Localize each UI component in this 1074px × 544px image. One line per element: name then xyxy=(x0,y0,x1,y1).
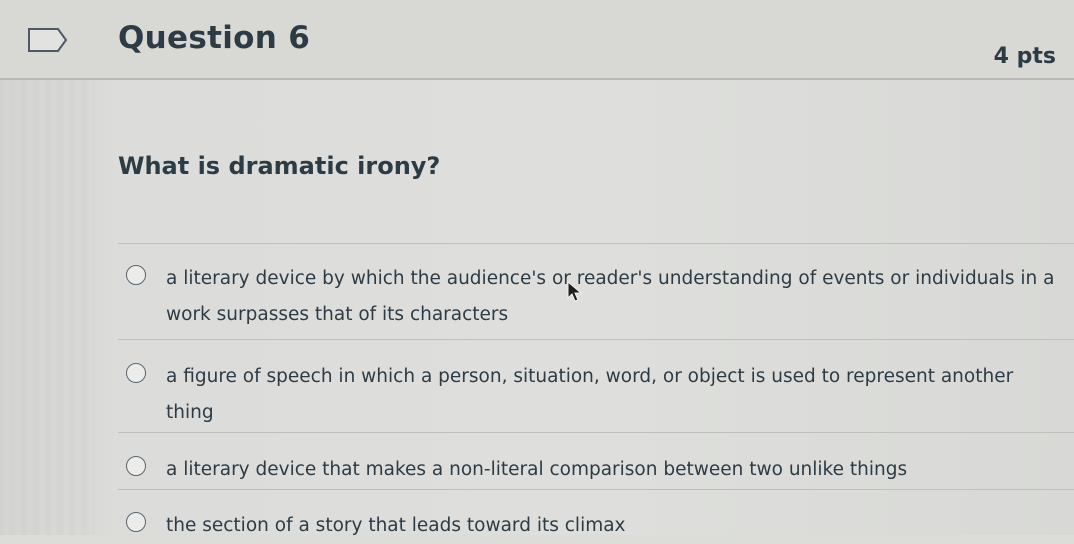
answer-label[interactable]: a literary device by which the audience'… xyxy=(166,261,1066,333)
radio-button[interactable] xyxy=(126,363,146,383)
divider xyxy=(118,489,1074,490)
radio-button[interactable] xyxy=(126,265,146,285)
answer-label[interactable]: a literary device that makes a non-liter… xyxy=(166,452,1066,488)
flag-question-icon[interactable] xyxy=(28,28,68,52)
mouse-pointer-icon xyxy=(567,281,583,302)
divider xyxy=(118,432,1074,433)
answer-label[interactable]: the section of a story that leads toward… xyxy=(166,508,1066,544)
page-margin xyxy=(0,0,95,535)
question-header: Question 6 4 pts xyxy=(0,0,1074,80)
radio-button[interactable] xyxy=(126,512,146,532)
radio-button[interactable] xyxy=(126,456,146,476)
divider xyxy=(118,243,1074,244)
question-points: 4 pts xyxy=(993,44,1056,69)
answer-label[interactable]: a figure of speech in which a person, si… xyxy=(166,359,1066,431)
question-title: Question 6 xyxy=(118,20,311,56)
question-prompt: What is dramatic irony? xyxy=(118,152,441,180)
divider xyxy=(118,339,1074,340)
quiz-page: Question 6 4 pts What is dramatic irony?… xyxy=(0,0,1074,536)
